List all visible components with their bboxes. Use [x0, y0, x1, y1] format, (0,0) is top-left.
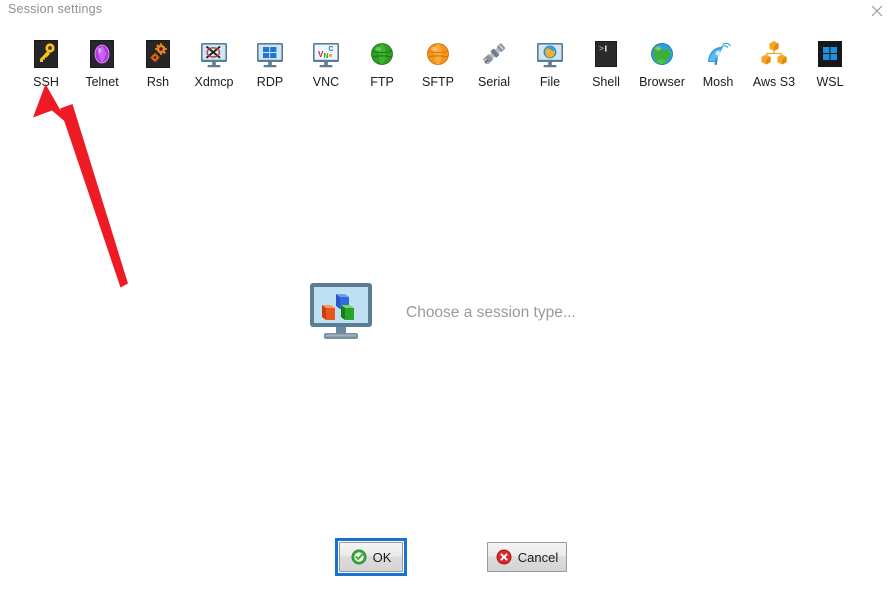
- session-type-mosh[interactable]: Mosh: [690, 38, 746, 89]
- session-type-toolbar: SSH Telnet Rsh Xdmcp RDP V N C VNC FTP S…: [0, 38, 896, 96]
- session-type-label: SFTP: [422, 75, 454, 89]
- session-type-vnc[interactable]: V N C VNC: [298, 38, 354, 89]
- ok-button-label: OK: [372, 549, 392, 565]
- green-check-icon: [351, 549, 367, 565]
- session-type-label: Aws S3: [752, 75, 796, 89]
- session-type-rsh[interactable]: Rsh: [130, 38, 186, 89]
- session-type-label: SSH: [33, 75, 59, 89]
- session-placeholder: Choose a session type...: [308, 281, 576, 345]
- session-type-label: Mosh: [702, 75, 734, 89]
- session-type-label: WSL: [816, 75, 844, 89]
- placeholder-text: Choose a session type...: [406, 304, 576, 321]
- session-type-label: RDP: [256, 75, 284, 89]
- svg-text:N: N: [324, 53, 329, 60]
- cancel-button[interactable]: Cancel: [487, 542, 567, 572]
- session-type-label: Serial: [478, 75, 510, 89]
- browser-globe-icon: [646, 38, 678, 70]
- session-type-sftp[interactable]: SFTP: [410, 38, 466, 89]
- sftp-orange-globe-icon: [422, 38, 454, 70]
- session-type-browser[interactable]: Browser: [634, 38, 690, 89]
- session-type-label: VNC: [312, 75, 340, 89]
- vnc-monitor-letters-icon: V N C: [310, 38, 342, 70]
- serial-connector-icon: [478, 38, 510, 70]
- session-type-xdmcp[interactable]: Xdmcp: [186, 38, 242, 89]
- shell-terminal-icon: >: [590, 38, 622, 70]
- session-type-label: FTP: [370, 75, 394, 89]
- xdmcp-monitor-x-icon: [198, 38, 230, 70]
- aws-s3-buckets-icon: [758, 38, 790, 70]
- session-type-telnet[interactable]: Telnet: [74, 38, 130, 89]
- session-type-label: Browser: [639, 75, 685, 89]
- dialog-button-row: OK Cancel: [0, 538, 896, 579]
- rsh-gears-icon: [142, 38, 174, 70]
- wsl-windows-icon: [814, 38, 846, 70]
- file-monitor-globe-icon: [534, 38, 566, 70]
- session-type-wsl[interactable]: WSL: [802, 38, 858, 89]
- session-type-file[interactable]: File: [522, 38, 578, 89]
- session-type-label: Shell: [592, 75, 620, 89]
- session-type-rdp[interactable]: RDP: [242, 38, 298, 89]
- rdp-monitor-windows-icon: [254, 38, 286, 70]
- session-type-label: Telnet: [85, 75, 119, 89]
- session-type-label: File: [539, 75, 561, 89]
- ok-button[interactable]: OK: [339, 542, 403, 572]
- window-titlebar: Session settings: [0, 0, 896, 22]
- session-type-label: Xdmcp: [194, 75, 234, 89]
- svg-text:C: C: [329, 46, 334, 53]
- svg-text:>: >: [599, 45, 604, 54]
- ftp-green-globe-icon: [366, 38, 398, 70]
- session-type-ftp[interactable]: FTP: [354, 38, 410, 89]
- cancel-button-label: Cancel: [517, 549, 559, 565]
- telnet-gem-icon: [86, 38, 118, 70]
- monitor-cubes-icon: [308, 281, 376, 345]
- session-type-label: Rsh: [146, 75, 170, 89]
- session-type-serial[interactable]: Serial: [466, 38, 522, 89]
- mosh-satellite-icon: [702, 38, 734, 70]
- close-icon[interactable]: [864, 0, 890, 22]
- session-type-shell[interactable]: > Shell: [578, 38, 634, 89]
- session-type-aws-s3[interactable]: Aws S3: [746, 38, 802, 89]
- red-x-icon: [496, 549, 512, 565]
- session-type-ssh[interactable]: SSH: [18, 38, 74, 89]
- window-title: Session settings: [8, 2, 103, 16]
- ssh-key-icon: [30, 38, 62, 70]
